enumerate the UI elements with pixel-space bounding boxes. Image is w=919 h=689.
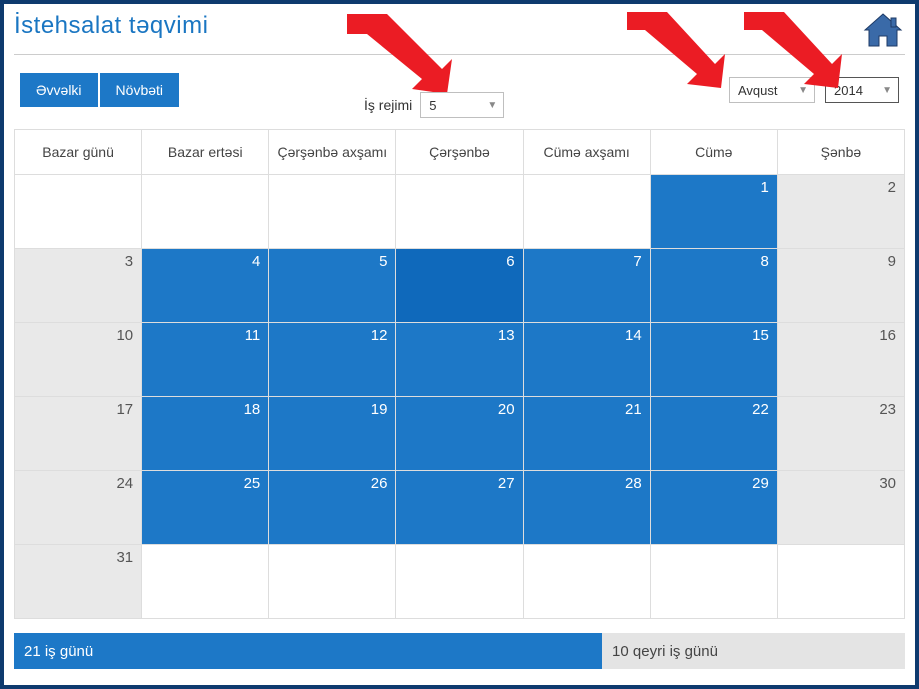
calendar-cell[interactable]: 1	[650, 175, 777, 249]
chevron-down-icon: ▼	[798, 85, 808, 96]
month-value: Avqust	[738, 83, 778, 98]
home-icon[interactable]	[861, 12, 905, 50]
weekday-header: Çərşənbə axşamı	[269, 130, 396, 175]
page-title: İstehsalat təqvimi	[14, 12, 208, 40]
month-select[interactable]: Avqust ▼	[729, 77, 815, 103]
calendar-cell	[396, 545, 523, 619]
calendar-cell[interactable]: 4	[142, 249, 269, 323]
weekday-header: Bazar ertəsi	[142, 130, 269, 175]
calendar-cell[interactable]: 20	[396, 397, 523, 471]
weekday-header: Cümə axşamı	[523, 130, 650, 175]
mode-value: 5	[429, 98, 436, 113]
calendar-cell[interactable]: 2	[777, 175, 904, 249]
calendar-cell[interactable]: 28	[523, 471, 650, 545]
calendar-cell[interactable]: 3	[15, 249, 142, 323]
calendar-cell	[269, 175, 396, 249]
calendar-cell[interactable]: 26	[269, 471, 396, 545]
calendar-cell	[396, 175, 523, 249]
calendar-cell[interactable]: 21	[523, 397, 650, 471]
chevron-down-icon: ▼	[882, 85, 892, 96]
calendar-cell	[142, 175, 269, 249]
calendar-cell	[142, 545, 269, 619]
calendar-cell[interactable]: 8	[650, 249, 777, 323]
calendar-cell[interactable]: 6	[396, 249, 523, 323]
year-value: 2014	[834, 83, 863, 98]
calendar-cell[interactable]: 22	[650, 397, 777, 471]
calendar-cell[interactable]: 7	[523, 249, 650, 323]
calendar-cell[interactable]: 9	[777, 249, 904, 323]
year-select[interactable]: 2014 ▼	[825, 77, 899, 103]
mode-label: İş rejimi	[364, 97, 412, 113]
weekday-header: Çərşənbə	[396, 130, 523, 175]
mode-select[interactable]: 5 ▼	[420, 92, 504, 118]
calendar-cell[interactable]: 12	[269, 323, 396, 397]
calendar-cell[interactable]: 15	[650, 323, 777, 397]
next-button[interactable]: Növbəti	[100, 73, 179, 107]
calendar-cell	[650, 545, 777, 619]
nonworkdays-count: 10 qeyri iş günü	[602, 633, 905, 669]
workdays-count: 21 iş günü	[14, 633, 602, 669]
calendar-cell[interactable]: 18	[142, 397, 269, 471]
calendar-cell[interactable]: 30	[777, 471, 904, 545]
weekday-header: Bazar günü	[15, 130, 142, 175]
calendar-cell[interactable]: 17	[15, 397, 142, 471]
weekday-header: Şənbə	[777, 130, 904, 175]
calendar-cell	[269, 545, 396, 619]
calendar-cell[interactable]: 23	[777, 397, 904, 471]
calendar-grid: Bazar günüBazar ertəsiÇərşənbə axşamıÇər…	[14, 129, 905, 619]
calendar-cell[interactable]: 16	[777, 323, 904, 397]
calendar-cell[interactable]: 27	[396, 471, 523, 545]
summary-bar: 21 iş günü 10 qeyri iş günü	[14, 633, 905, 669]
calendar-cell[interactable]: 31	[15, 545, 142, 619]
prev-button[interactable]: Əvvəlki	[20, 73, 98, 107]
calendar-cell[interactable]: 10	[15, 323, 142, 397]
calendar-cell[interactable]: 5	[269, 249, 396, 323]
calendar-cell	[523, 175, 650, 249]
calendar-cell	[777, 545, 904, 619]
weekday-header: Cümə	[650, 130, 777, 175]
calendar-cell[interactable]: 13	[396, 323, 523, 397]
calendar-cell[interactable]: 19	[269, 397, 396, 471]
calendar-cell[interactable]: 25	[142, 471, 269, 545]
calendar-cell[interactable]: 14	[523, 323, 650, 397]
calendar-cell[interactable]: 11	[142, 323, 269, 397]
calendar-cell[interactable]: 29	[650, 471, 777, 545]
calendar-cell	[523, 545, 650, 619]
chevron-down-icon: ▼	[487, 100, 497, 111]
calendar-cell	[15, 175, 142, 249]
calendar-cell[interactable]: 24	[15, 471, 142, 545]
